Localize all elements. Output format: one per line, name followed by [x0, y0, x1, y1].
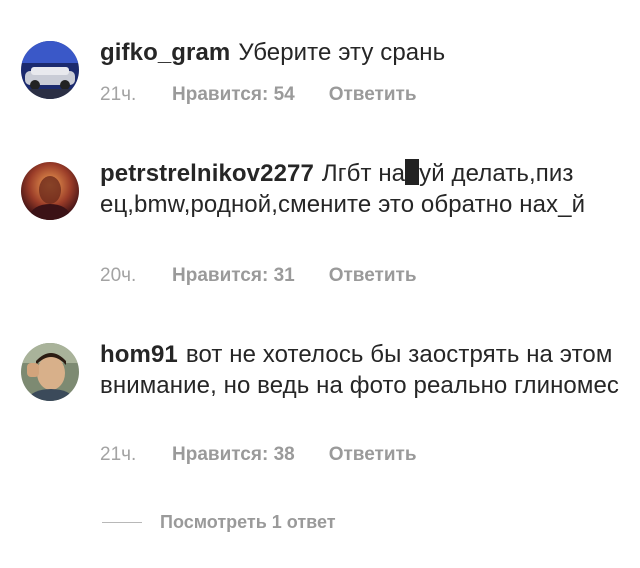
comment-likes[interactable]: Нравится: 31 [172, 265, 295, 287]
comment-username[interactable]: petrstrelnikov2277 [100, 160, 314, 187]
comment-username[interactable]: hom91 [100, 341, 178, 368]
avatar[interactable] [21, 343, 79, 401]
comment-time: 21ч. [100, 84, 137, 105]
redaction-block [405, 159, 420, 185]
divider-line [102, 522, 142, 523]
comment-text: Уберите эту срань [238, 39, 446, 66]
avatar[interactable] [21, 41, 79, 99]
reply-button[interactable]: Ответить [329, 265, 417, 287]
comment-meta: 20ч. Нравится: 31 Ответить [100, 265, 417, 287]
comment-body: petrstrelnikov2277 Лгбт на уй делать,пиз е… [100, 158, 620, 220]
comment-body: gifko_gram Уберите эту срань [100, 37, 620, 68]
comment-text-part: Лгбт на [321, 160, 406, 187]
comment-username[interactable]: gifko_gram [100, 39, 230, 66]
comment-body: hom91 вот не хотелось бы заострять на это… [100, 339, 620, 401]
view-replies-label: Посмотреть 1 ответ [160, 512, 336, 532]
comment-likes[interactable]: Нравится: 54 [172, 84, 295, 106]
comment-likes[interactable]: Нравится: 38 [172, 444, 295, 466]
comment-time: 20ч. [100, 265, 137, 286]
comment-meta: 21ч. Нравится: 54 Ответить [100, 84, 417, 106]
comment-meta: 21ч. Нравится: 38 Ответить [100, 444, 417, 466]
reply-button[interactable]: Ответить [329, 84, 417, 106]
view-replies-link[interactable]: Посмотреть 1 ответ [102, 512, 336, 533]
comment-time: 21ч. [100, 444, 137, 465]
reply-button[interactable]: Ответить [329, 444, 417, 466]
avatar[interactable] [21, 162, 79, 220]
